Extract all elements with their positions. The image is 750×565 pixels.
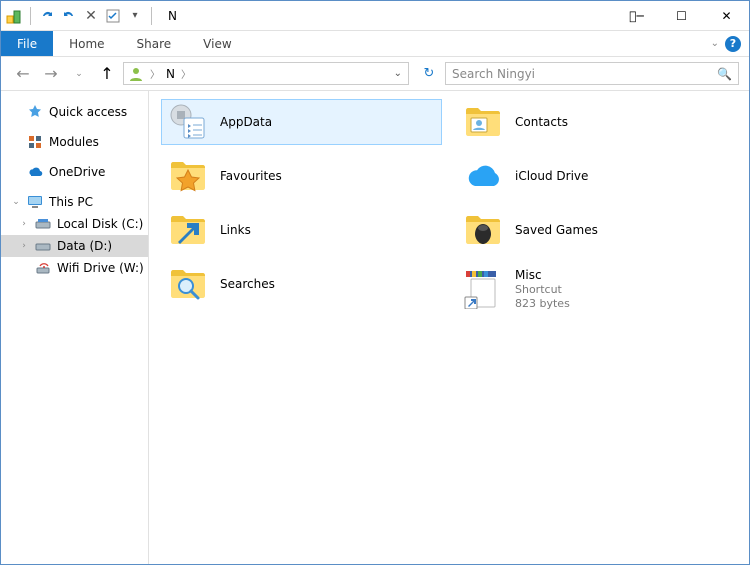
refresh-button[interactable]: ↻ xyxy=(417,62,441,85)
item-misc[interactable]: Misc Shortcut 823 bytes xyxy=(456,261,737,317)
help-icon[interactable]: ? xyxy=(725,36,741,52)
address-dropdown-icon[interactable]: ⌄ xyxy=(390,68,406,79)
up-button[interactable]: ↑ xyxy=(95,62,119,86)
drive-icon xyxy=(35,238,51,254)
item-type: Shortcut xyxy=(515,283,570,297)
item-label: AppData xyxy=(220,115,272,129)
tree-wifi-drive[interactable]: Wifi Drive (W:) xyxy=(1,257,148,279)
favourites-folder-icon xyxy=(168,156,208,196)
item-links[interactable]: Links xyxy=(161,207,442,253)
saved-games-folder-icon xyxy=(463,210,503,250)
app-icon xyxy=(6,8,22,24)
breadcrumb-item[interactable]: N xyxy=(166,67,175,81)
redo-icon[interactable] xyxy=(61,8,77,24)
tree-quick-access[interactable]: Quick access xyxy=(1,101,148,123)
tree-onedrive[interactable]: OneDrive xyxy=(1,161,148,183)
address-bar[interactable]: 〉 N 〉 ⌄ xyxy=(123,62,409,85)
window-title: N xyxy=(168,9,177,23)
item-searches[interactable]: Searches xyxy=(161,261,442,307)
tree-modules[interactable]: Modules xyxy=(1,131,148,153)
view-tab[interactable]: View xyxy=(187,31,247,56)
delete-icon[interactable]: ✕ xyxy=(83,8,99,24)
user-folder-icon xyxy=(128,66,144,82)
modules-icon xyxy=(27,134,43,150)
recent-dropdown-icon[interactable]: ⌄ xyxy=(67,62,91,86)
minimize-button[interactable]: ─ xyxy=(614,1,659,31)
tree-this-pc[interactable]: ⌄ This PC xyxy=(1,191,148,213)
item-label: iCloud Drive xyxy=(515,169,588,183)
search-input[interactable]: Search Ningyi 🔍 xyxy=(445,62,739,85)
tree-data-drive[interactable]: › Data (D:) xyxy=(1,235,148,257)
share-tab[interactable]: Share xyxy=(121,31,188,56)
tree-label: This PC xyxy=(49,195,93,209)
close-button[interactable]: ✕ xyxy=(704,1,749,31)
nav-bar: ← → ⌄ ↑ 〉 N 〉 ⌄ ↻ Search Ningyi 🔍 xyxy=(1,57,749,91)
tree-local-disk[interactable]: › Local Disk (C:) xyxy=(1,213,148,235)
item-appdata[interactable]: AppData xyxy=(161,99,442,145)
pc-icon xyxy=(27,194,43,210)
undo-icon[interactable] xyxy=(39,8,55,24)
title-bar: ✕ ▾ N ─ ☐ ✕ xyxy=(1,1,749,31)
back-button[interactable]: ← xyxy=(11,62,35,86)
links-folder-icon xyxy=(168,210,208,250)
item-size: 823 bytes xyxy=(515,297,570,311)
qat-dropdown-icon[interactable]: ▾ xyxy=(127,8,143,24)
properties-icon[interactable] xyxy=(105,8,121,24)
search-icon: 🔍 xyxy=(717,67,732,81)
items-view: AppData Contacts xyxy=(149,91,749,564)
network-drive-icon xyxy=(35,260,51,276)
item-saved-games[interactable]: Saved Games xyxy=(456,207,737,253)
tree-label: Local Disk (C:) xyxy=(57,217,143,231)
ribbon-expand-icon[interactable]: ⌄ xyxy=(711,38,719,49)
ribbon-tabs: File Home Share View ⌄ ? xyxy=(1,31,749,57)
item-favourites[interactable]: Favourites xyxy=(161,153,442,199)
item-label: Searches xyxy=(220,277,275,291)
onedrive-icon xyxy=(27,164,43,180)
searches-folder-icon xyxy=(168,264,208,304)
chevron-right-icon[interactable]: › xyxy=(19,241,29,251)
drive-icon xyxy=(35,216,51,232)
breadcrumb-separator-icon[interactable]: 〉 xyxy=(179,66,193,81)
chevron-right-icon[interactable]: › xyxy=(19,219,29,229)
item-contacts[interactable]: Contacts xyxy=(456,99,737,145)
tree-label: OneDrive xyxy=(49,165,105,179)
nav-tree: Quick access Modules OneDrive ⌄ This PC xyxy=(1,91,149,564)
tree-label: Wifi Drive (W:) xyxy=(57,261,144,275)
forward-button[interactable]: → xyxy=(39,62,63,86)
home-tab[interactable]: Home xyxy=(53,31,120,56)
breadcrumb-separator-icon[interactable]: 〉 xyxy=(148,66,162,81)
chevron-down-icon[interactable]: ⌄ xyxy=(11,197,21,207)
icloud-icon xyxy=(463,156,503,196)
item-label: Favourites xyxy=(220,169,282,183)
search-placeholder: Search Ningyi xyxy=(452,67,535,81)
maximize-button[interactable]: ☐ xyxy=(659,1,704,31)
file-tab[interactable]: File xyxy=(1,31,53,56)
item-label: Saved Games xyxy=(515,223,598,237)
shortcut-icon xyxy=(463,269,503,309)
contacts-folder-icon xyxy=(463,102,503,142)
item-label: Contacts xyxy=(515,115,568,129)
item-icloud[interactable]: iCloud Drive xyxy=(456,153,737,199)
tree-label: Quick access xyxy=(49,105,127,119)
item-label: Misc xyxy=(515,268,570,283)
item-label: Links xyxy=(220,223,251,237)
tree-label: Data (D:) xyxy=(57,239,112,253)
tree-label: Modules xyxy=(49,135,99,149)
appdata-icon xyxy=(168,102,208,142)
star-icon xyxy=(27,104,43,120)
